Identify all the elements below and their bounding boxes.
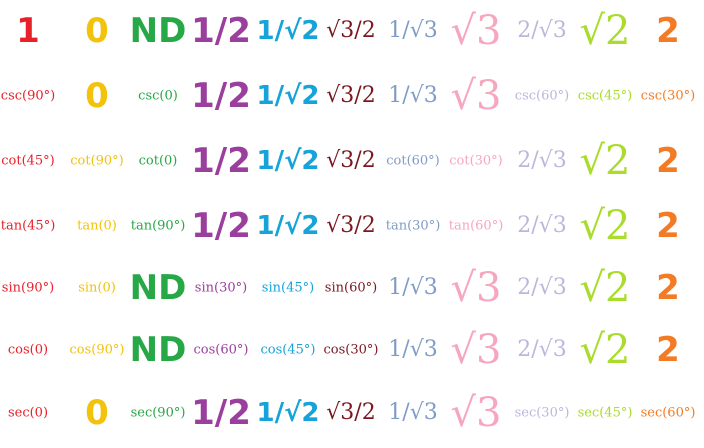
cell-r3-c4: 1/√2	[256, 211, 320, 241]
cell-r1-c6: 1/√3	[388, 83, 438, 108]
cell-r3-c5: √3/2	[326, 213, 376, 238]
cell-r2-c4: 1/√2	[256, 146, 320, 176]
cell-r2-c9: √2	[579, 138, 631, 184]
cell-r2-c3: 1/2	[191, 141, 251, 181]
cell-r1-c3: 1/2	[191, 76, 251, 116]
cell-r0-c10: 2	[656, 11, 680, 51]
cell-r0-c7: √3	[450, 8, 502, 54]
cell-r3-c8: 2/√3	[517, 213, 567, 238]
cell-r2-c0: cot(45°)	[1, 153, 55, 169]
cell-r0-c5: √3/2	[326, 18, 376, 43]
cell-r5-c4: cos(45°)	[260, 342, 316, 358]
cell-r1-c4: 1/√2	[256, 81, 320, 111]
cell-r2-c2: cot(0)	[138, 153, 178, 169]
cell-r3-c10: 2	[656, 206, 680, 246]
cell-r0-c0: 1	[16, 11, 40, 51]
cell-r4-c6: 1/√3	[388, 275, 438, 300]
cell-r0-c3: 1/2	[191, 11, 251, 51]
cell-r4-c1: sin(0)	[78, 280, 116, 296]
cell-r5-c7: √3	[450, 327, 502, 373]
cell-r5-c10: 2	[656, 330, 680, 370]
cell-r3-c0: tan(45°)	[0, 218, 56, 234]
cell-r4-c9: √2	[579, 265, 631, 311]
cell-r2-c10: 2	[656, 141, 680, 181]
cell-r6-c5: √3/2	[326, 400, 376, 425]
cell-r1-c5: √3/2	[326, 83, 376, 108]
cell-r3-c1: tan(0)	[77, 218, 117, 234]
cell-r6-c2: sec(90°)	[130, 405, 186, 421]
cell-r6-c3: 1/2	[191, 393, 251, 433]
cell-r6-c8: sec(30°)	[514, 405, 570, 421]
cell-r1-c10: csc(30°)	[640, 88, 696, 104]
cell-r3-c2: tan(90°)	[130, 218, 186, 234]
cell-r0-c6: 1/√3	[388, 18, 438, 43]
cell-r0-c4: 1/√2	[256, 16, 320, 46]
trig-value-grid: 1 0 ND 1/2 1/√2 √3/2 1/√3 √3 2/√3 √2 2 csc(90°) 0 csc…	[0, 0, 704, 448]
cell-r5-c2: ND	[129, 330, 187, 370]
cell-r3-c6: tan(30°)	[385, 218, 441, 234]
cell-r4-c2: ND	[129, 268, 187, 308]
cell-r4-c0: sin(90°)	[1, 280, 55, 296]
cell-r1-c0: csc(90°)	[0, 88, 56, 104]
cell-r6-c10: sec(60°)	[640, 405, 696, 421]
cell-r0-c2: ND	[129, 11, 187, 51]
cell-r4-c10: 2	[656, 268, 680, 308]
cell-r6-c0: sec(0)	[7, 405, 49, 421]
cell-r0-c9: √2	[579, 8, 631, 54]
cell-r1-c8: csc(60°)	[514, 88, 570, 104]
cell-r4-c7: √3	[450, 265, 502, 311]
cell-r5-c1: cos(90°)	[69, 342, 125, 358]
cell-r2-c7: cot(30°)	[449, 153, 503, 169]
cell-r3-c3: 1/2	[191, 206, 251, 246]
cell-r6-c9: sec(45°)	[577, 405, 633, 421]
cell-r1-c9: csc(45°)	[577, 88, 633, 104]
cell-r5-c6: 1/√3	[388, 337, 438, 362]
cell-r5-c9: √2	[579, 327, 631, 373]
cell-r6-c4: 1/√2	[256, 398, 320, 428]
cell-r0-c8: 2/√3	[517, 18, 567, 43]
cell-r5-c0: cos(0)	[7, 342, 49, 358]
cell-r4-c8: 2/√3	[517, 275, 567, 300]
cell-r2-c5: √3/2	[326, 148, 376, 173]
cell-r1-c2: csc(0)	[138, 88, 178, 104]
cell-r5-c5: cos(30°)	[323, 342, 379, 358]
cell-r3-c7: tan(60°)	[448, 218, 504, 234]
cell-r1-c7: √3	[450, 73, 502, 119]
cell-r4-c3: sin(30°)	[194, 280, 248, 296]
cell-r1-c1: 0	[85, 76, 109, 116]
cell-r0-c1: 0	[85, 11, 109, 51]
cell-r4-c4: sin(45°)	[261, 280, 315, 296]
cell-r6-c1: 0	[85, 393, 109, 433]
cell-r2-c1: cot(90°)	[70, 153, 124, 169]
cell-r4-c5: sin(60°)	[324, 280, 378, 296]
cell-r3-c9: √2	[579, 203, 631, 249]
cell-r6-c6: 1/√3	[388, 400, 438, 425]
cell-r2-c6: cot(60°)	[386, 153, 440, 169]
cell-r5-c3: cos(60°)	[193, 342, 249, 358]
cell-r5-c8: 2/√3	[517, 337, 567, 362]
cell-r6-c7: √3	[450, 390, 502, 436]
cell-r2-c8: 2/√3	[517, 148, 567, 173]
